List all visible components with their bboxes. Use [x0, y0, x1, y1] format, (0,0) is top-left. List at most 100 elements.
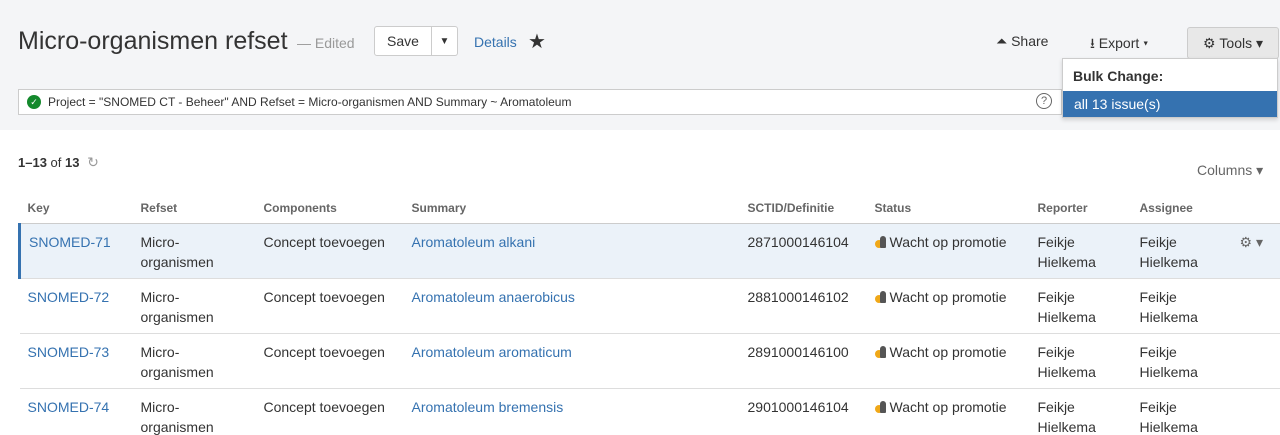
- results-count: 1–13 of 13 ↻: [18, 154, 99, 171]
- status-label: Wacht op promotie: [889, 343, 1007, 360]
- status-cell: Wacht op promotie: [874, 278, 1038, 334]
- refset-line: organismen: [140, 418, 214, 435]
- help-icon[interactable]: ?: [1036, 93, 1052, 109]
- refresh-icon[interactable]: ↻: [87, 154, 99, 170]
- details-link[interactable]: Details: [474, 34, 517, 50]
- status-icon: [874, 235, 887, 249]
- reporter-line: Hielkema: [1037, 308, 1096, 325]
- jql-query-text: Project = "SNOMED CT - Beheer" AND Refse…: [48, 95, 572, 109]
- summary-link[interactable]: Aromatoleum aromaticum: [411, 333, 748, 389]
- reporter-line: Feikje: [1037, 343, 1075, 360]
- row-actions-cell: [1239, 333, 1280, 389]
- columns-button[interactable]: Columns ▾: [1197, 162, 1263, 179]
- reporter-cell: Feikje Hielkema: [1037, 333, 1140, 389]
- column-header-components[interactable]: Components: [263, 193, 412, 224]
- sctid-cell: 2891000146100: [747, 333, 875, 389]
- reporter-line: Feikje: [1037, 233, 1075, 250]
- refset-cell: Micro-organismen: [140, 223, 264, 279]
- summary-link[interactable]: Aromatoleum bremensis: [411, 388, 748, 435]
- refset-line: organismen: [140, 253, 214, 270]
- export-label: Export: [1098, 35, 1140, 51]
- star-icon[interactable]: ★: [528, 29, 546, 54]
- columns-label: Columns: [1197, 162, 1253, 178]
- chevron-down-icon: ▾: [1256, 34, 1264, 51]
- refset-line: Micro-: [140, 343, 180, 360]
- save-button[interactable]: Save: [374, 26, 432, 56]
- row-actions-cell: ⚙ ▾: [1239, 223, 1280, 279]
- results-of-label: of: [50, 155, 62, 170]
- tools-dropdown-menu: Bulk Change: all 13 issue(s): [1062, 58, 1278, 118]
- reporter-cell: Feikje Hielkema: [1037, 278, 1140, 334]
- components-cell: Concept toevoegen: [263, 333, 412, 389]
- status-cell: Wacht op promotie: [874, 388, 1038, 435]
- row-actions-cell: [1239, 388, 1280, 435]
- table-row[interactable]: SNOMED-73 Micro-organismen Concept toevo…: [19, 333, 1280, 389]
- sctid-cell: 2901000146104: [747, 388, 875, 435]
- share-icon: ⏶: [996, 33, 1008, 49]
- status-icon: [874, 290, 887, 304]
- refset-cell: Micro-organismen: [140, 278, 264, 334]
- column-header-key[interactable]: Key: [19, 193, 141, 224]
- assignee-cell: Feikje Hielkema: [1139, 333, 1240, 389]
- chevron-down-icon: ▾: [1143, 35, 1149, 51]
- reporter-cell: Feikje Hielkema: [1037, 388, 1140, 435]
- assignee-cell: Feikje Hielkema: [1139, 388, 1240, 435]
- status-label: Wacht op promotie: [889, 398, 1007, 415]
- table-row[interactable]: SNOMED-74 Micro-organismen Concept toevo…: [19, 388, 1280, 435]
- status-icon: [874, 345, 887, 359]
- refset-cell: Micro-organismen: [140, 333, 264, 389]
- tools-label: Tools: [1219, 35, 1253, 51]
- reporter-line: Feikje: [1037, 288, 1075, 305]
- components-cell: Concept toevoegen: [263, 278, 412, 334]
- save-button-group: Save ▼: [374, 26, 458, 56]
- column-header-summary[interactable]: Summary: [411, 193, 748, 224]
- bulk-change-all-issues-item[interactable]: all 13 issue(s): [1063, 91, 1277, 117]
- tools-button[interactable]: ⚙ Tools ▾: [1187, 27, 1279, 59]
- sctid-cell: 2871000146104: [747, 223, 875, 279]
- filter-title: Micro-organismen refset: [18, 27, 288, 55]
- refset-line: Micro-: [140, 288, 180, 305]
- refset-line: organismen: [140, 308, 214, 325]
- column-header-assignee[interactable]: Assignee: [1139, 193, 1240, 224]
- assignee-line: Feikje: [1139, 343, 1177, 360]
- issue-key-link[interactable]: SNOMED-74: [19, 388, 141, 435]
- issue-key-link[interactable]: SNOMED-73: [19, 333, 141, 389]
- results-total: 13: [65, 155, 80, 170]
- assignee-line: Feikje: [1139, 288, 1177, 305]
- reporter-line: Hielkema: [1037, 363, 1096, 380]
- results-range: 1–13: [18, 155, 47, 170]
- bulk-change-heading: Bulk Change:: [1073, 68, 1164, 84]
- column-header-status[interactable]: Status: [874, 193, 1038, 224]
- summary-link[interactable]: Aromatoleum alkani: [411, 223, 748, 279]
- assignee-line: Hielkema: [1139, 418, 1198, 435]
- column-header-actions: [1239, 193, 1280, 224]
- table-header-row: Key Refset Components Summary SCTID/Defi…: [19, 193, 1280, 224]
- share-label: Share: [1011, 33, 1049, 49]
- jql-query-input[interactable]: ✓ Project = "SNOMED CT - Beheer" AND Ref…: [18, 89, 1062, 115]
- issue-key-link[interactable]: SNOMED-72: [19, 278, 141, 334]
- share-button[interactable]: ⏶ Share: [996, 33, 1048, 50]
- refset-line: Micro-: [140, 233, 180, 250]
- summary-link[interactable]: Aromatoleum anaerobicus: [411, 278, 748, 334]
- components-cell: Concept toevoegen: [263, 223, 412, 279]
- status-cell: Wacht op promotie: [874, 333, 1038, 389]
- issue-key-link[interactable]: SNOMED-71: [18, 223, 141, 279]
- assignee-line: Hielkema: [1139, 363, 1198, 380]
- export-icon: ⭳: [1090, 35, 1095, 51]
- check-icon: ✓: [27, 95, 41, 109]
- refset-line: Micro-: [140, 398, 180, 415]
- column-header-refset[interactable]: Refset: [140, 193, 264, 224]
- status-label: Wacht op promotie: [889, 233, 1007, 250]
- refset-line: organismen: [140, 363, 214, 380]
- column-header-reporter[interactable]: Reporter: [1037, 193, 1140, 224]
- row-actions-gear-icon[interactable]: ⚙ ▾: [1240, 234, 1263, 250]
- refset-cell: Micro-organismen: [140, 388, 264, 435]
- gear-icon: ⚙: [1202, 34, 1216, 51]
- export-button[interactable]: ⭳ Export ▾: [1090, 33, 1148, 57]
- save-options-button[interactable]: ▼: [432, 26, 458, 56]
- table-row[interactable]: SNOMED-72 Micro-organismen Concept toevo…: [19, 278, 1280, 334]
- reporter-line: Feikje: [1037, 398, 1075, 415]
- status-label: Wacht op promotie: [889, 288, 1007, 305]
- column-header-sctid[interactable]: SCTID/Definitie: [747, 193, 875, 224]
- table-row[interactable]: SNOMED-71 Micro-organismen Concept toevo…: [18, 223, 1280, 279]
